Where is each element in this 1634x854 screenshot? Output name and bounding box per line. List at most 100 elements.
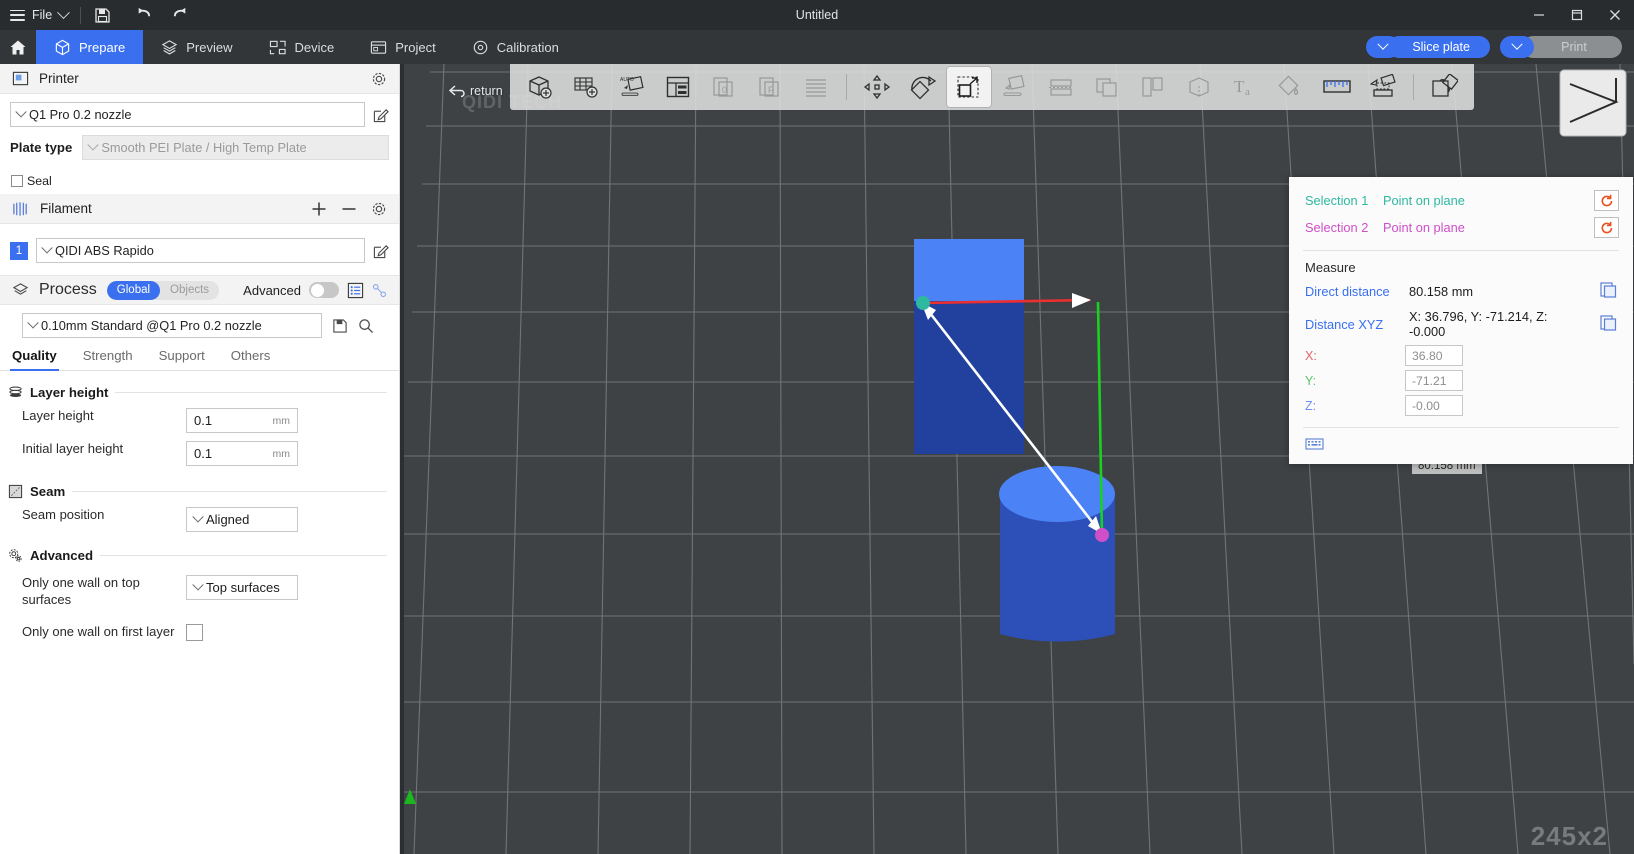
rotate-icon[interactable]: [901, 67, 945, 107]
axis-z-value: -0.00: [1412, 399, 1440, 413]
cylinder-object: [999, 466, 1115, 642]
field-seam-position-select[interactable]: Aligned: [186, 507, 298, 532]
selection-2-reset-button[interactable]: [1594, 217, 1619, 238]
tab-preview[interactable]: Preview: [143, 30, 250, 64]
axis-x-value: 36.80: [1412, 349, 1443, 363]
group-layer-height: Layer height: [0, 371, 399, 400]
home-button[interactable]: [0, 30, 36, 64]
save-process-preset-icon[interactable]: [332, 318, 348, 334]
field-layer-height-unit: mm: [273, 415, 291, 427]
edit-printer-preset-icon[interactable]: [373, 107, 389, 123]
split-view-icon[interactable]: [656, 67, 700, 107]
keyboard-shortcuts-icon[interactable]: [1305, 439, 1324, 454]
printer-preset-select[interactable]: Q1 Pro 0.2 nozzle: [10, 102, 365, 127]
axis-x-input[interactable]: 36.80: [1405, 345, 1463, 366]
field-layer-height-input[interactable]: 0.1 mm: [186, 408, 298, 433]
printer-preset-value: Q1 Pro 0.2 nozzle: [29, 107, 131, 122]
group-advanced: Advanced: [0, 532, 399, 563]
field-one-wall-first-layer-label: Only one wall on first layer: [22, 624, 186, 641]
field-initial-layer-height-input[interactable]: 0.1 mm: [186, 441, 298, 466]
filament-preset-select[interactable]: QIDI ABS Rapido: [36, 238, 365, 263]
tab-device[interactable]: Device: [251, 30, 353, 64]
field-initial-layer-height-label: Initial layer height: [22, 441, 186, 458]
field-seam-position-label: Seam position: [22, 507, 186, 524]
view-cube[interactable]: [1556, 66, 1630, 140]
search-process-icon[interactable]: [358, 318, 374, 334]
print-options-caret[interactable]: [1500, 36, 1534, 58]
save-icon[interactable]: [93, 6, 111, 24]
layers-icon: [161, 39, 178, 56]
minimize-button[interactable]: [1520, 0, 1558, 30]
process-scope-objects[interactable]: Objects: [160, 281, 219, 300]
left-sidebar: Printer Q1 Pro 0.2 nozzle Plate type: [0, 64, 400, 854]
process-scope-global[interactable]: Global: [107, 281, 160, 300]
axis-y-input[interactable]: -71.21: [1405, 370, 1463, 391]
advanced-toggle[interactable]: [309, 282, 339, 298]
printer-preset-row: Q1 Pro 0.2 nozzle: [10, 102, 389, 127]
filament-index: 1: [10, 242, 28, 260]
axis-z-input[interactable]: -0.00: [1405, 395, 1463, 416]
tab-project[interactable]: Project: [352, 30, 453, 64]
flatten-icon: [993, 67, 1037, 107]
printer-section-header: Printer: [0, 64, 399, 94]
move-icon[interactable]: [855, 67, 899, 107]
distance-xyz-value: X: 36.796, Y: -71.214, Z: -0.000: [1409, 309, 1587, 339]
plate-type-select[interactable]: Smooth PEI Plate / High Temp Plate: [82, 135, 389, 160]
scale-icon[interactable]: [947, 67, 991, 107]
undo-icon[interactable]: [133, 6, 151, 24]
file-menu-button[interactable]: File: [0, 8, 68, 22]
calibration-icon: [472, 39, 489, 56]
auto-orient-icon[interactable]: AUTO: [610, 67, 654, 107]
puzzle-icon[interactable]: [1422, 67, 1466, 107]
field-initial-layer-height-unit: mm: [273, 448, 291, 460]
toolbar-divider: [80, 7, 81, 24]
maximize-button[interactable]: [1558, 0, 1596, 30]
print-button[interactable]: Print: [1522, 36, 1622, 58]
measure-icon[interactable]: [1315, 67, 1359, 107]
group-advanced-title: Advanced: [30, 548, 93, 563]
slice-options-caret[interactable]: [1366, 36, 1400, 58]
return-button[interactable]: return: [448, 84, 503, 98]
add-filament-icon[interactable]: [311, 201, 327, 217]
field-layer-height: Layer height 0.1 mm: [0, 400, 399, 433]
compare-presets-icon[interactable]: [372, 283, 387, 298]
process-icon: [12, 282, 29, 299]
back-arrow-icon: [448, 84, 466, 98]
tab-prepare[interactable]: Prepare: [36, 30, 143, 64]
edit-filament-preset-icon[interactable]: [373, 243, 389, 259]
assembly-icon[interactable]: [1361, 67, 1405, 107]
chevron-down-icon: [192, 579, 203, 590]
tab-calibration[interactable]: Calibration: [454, 30, 577, 64]
copy-distance-xyz-icon[interactable]: [1599, 314, 1619, 334]
print-group: Print: [1500, 36, 1622, 58]
selection-1-label: Selection 1: [1305, 193, 1373, 208]
color-paint-icon: [1269, 67, 1313, 107]
add-object-icon[interactable]: [518, 67, 562, 107]
seal-checkbox[interactable]: [11, 175, 23, 187]
printer-settings-gear-icon[interactable]: [371, 71, 387, 87]
remove-filament-icon[interactable]: [341, 201, 357, 217]
field-one-wall-top-select[interactable]: Top surfaces: [186, 575, 298, 600]
arrange-all-icon[interactable]: [564, 67, 608, 107]
paste-object-icon: P: [748, 67, 792, 107]
selection-1-reset-button[interactable]: [1594, 190, 1619, 211]
field-initial-layer-height: Initial layer height 0.1 mm: [0, 433, 399, 466]
parameter-list-icon[interactable]: [347, 282, 364, 299]
close-button[interactable]: [1596, 0, 1634, 30]
chevron-down-icon: [57, 6, 70, 19]
tab-strength[interactable]: Strength: [83, 348, 133, 370]
selection-1-row: Selection 1 Point on plane: [1289, 187, 1633, 214]
3d-viewport[interactable]: 80.158 mm return QIDI TECH 245x2 A: [400, 64, 1634, 854]
process-preset-select[interactable]: 0.10mm Standard @Q1 Pro 0.2 nozzle: [22, 313, 322, 338]
selection-2-row: Selection 2 Point on plane: [1289, 214, 1633, 241]
copy-direct-distance-icon[interactable]: [1599, 281, 1619, 301]
slice-plate-button[interactable]: Slice plate: [1388, 36, 1490, 58]
reset-icon: [1600, 194, 1614, 208]
tab-others[interactable]: Others: [231, 348, 271, 370]
filament-settings-gear-icon[interactable]: [371, 201, 387, 217]
redo-icon[interactable]: [173, 6, 191, 24]
tab-support[interactable]: Support: [159, 348, 205, 370]
field-one-wall-first-layer-checkbox[interactable]: [186, 624, 203, 641]
distance-xyz-row: Distance XYZ X: 36.796, Y: -71.214, Z: -…: [1289, 305, 1633, 343]
tab-quality[interactable]: Quality: [12, 348, 57, 370]
